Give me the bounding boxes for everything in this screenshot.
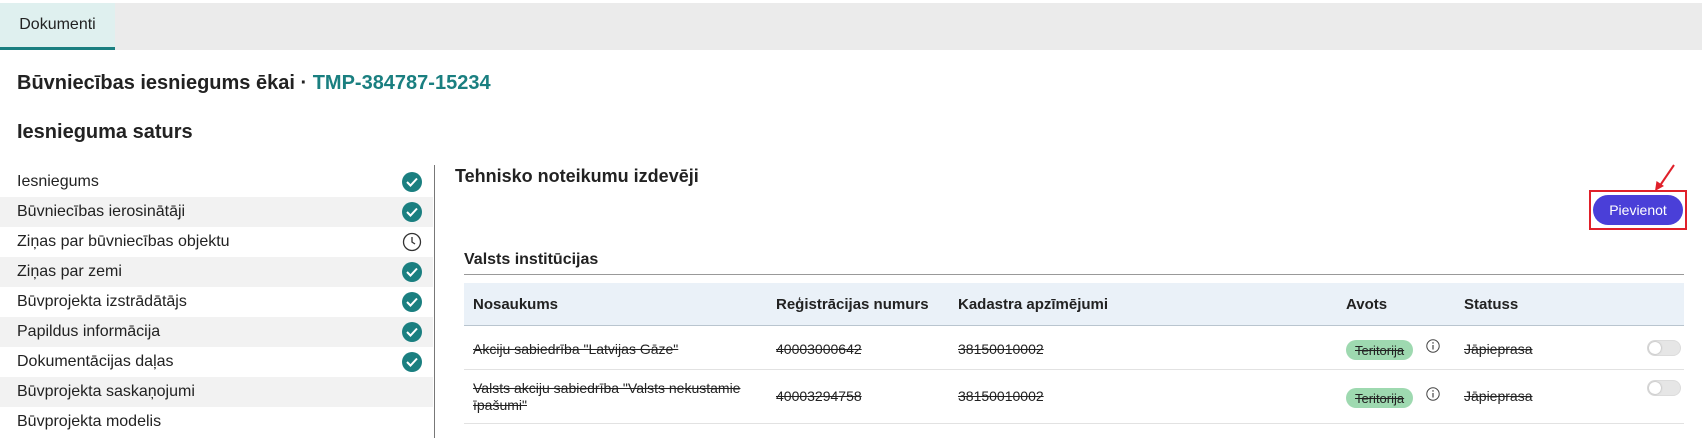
check-circle-icon xyxy=(402,322,422,342)
sidebar-item-izstradatajs[interactable]: Būvprojekta izstrādātājs xyxy=(0,287,433,317)
check-circle-icon xyxy=(402,202,422,222)
page-title: Būvniecības iesniegums ēkai · TMP-384787… xyxy=(17,72,491,95)
sidebar-item-label: Iesniegums xyxy=(17,173,99,190)
check-circle-icon xyxy=(402,262,422,282)
column-header-avots[interactable]: Avots xyxy=(1346,283,1387,325)
group-title: Valsts institūcijas xyxy=(464,251,599,268)
toggle-knob xyxy=(1649,382,1661,394)
column-header-registracijas-numurs[interactable]: Reģistrācijas numurs xyxy=(776,283,929,325)
sidebar-item-label: Papildus informācija xyxy=(17,323,161,340)
check-circle-icon xyxy=(402,172,422,192)
source-badge: Teritorija xyxy=(1346,388,1414,408)
table-header: Nosaukums Reģistrācijas numurs Kadastra … xyxy=(464,283,1684,326)
column-header-nosaukums[interactable]: Nosaukums xyxy=(473,283,558,325)
info-icon[interactable] xyxy=(1426,339,1440,353)
info-icon[interactable] xyxy=(1426,387,1440,401)
cell-name: Akciju sabiedrība "Latvijas Gāze" xyxy=(473,341,679,357)
add-button-highlight: Pievienot xyxy=(1589,190,1687,230)
cell-name: Valsts akciju sabiedrība "Valsts nekusta… xyxy=(473,380,741,413)
sidebar-item-label: Būvniecības ierosinātāji xyxy=(17,203,186,220)
sidebar-item-zeme[interactable]: Ziņas par zemi xyxy=(0,257,433,287)
arrow-annotation-icon xyxy=(1655,164,1675,191)
page-title-text: Būvniecības iesniegums ēkai · xyxy=(17,72,313,94)
cell-cadastre: 38150010002 xyxy=(958,341,1044,357)
tab-bar: Dokumenti xyxy=(0,0,1702,50)
cell-status: Jāpieprasa xyxy=(1464,388,1533,404)
table-row: Valsts akciju sabiedrība "Valsts nekusta… xyxy=(464,370,1684,424)
add-button[interactable]: Pievienot xyxy=(1593,195,1683,225)
sidebar-item-objekts[interactable]: Ziņas par būvniecības objektu xyxy=(0,227,433,257)
cell-registration-number: 40003000642 xyxy=(776,341,862,357)
sidebar: Iesniegums Būvniecības ierosinātāji Ziņa… xyxy=(0,167,433,437)
sidebar-item-dokumentacijas-dalas[interactable]: Dokumentācijas daļas xyxy=(0,347,433,377)
application-code: TMP-384787-15234 xyxy=(312,72,491,94)
sidebar-item-label: Ziņas par zemi xyxy=(17,263,122,280)
divider xyxy=(464,274,1684,275)
sidebar-item-ierosinataji[interactable]: Būvniecības ierosinātāji xyxy=(0,197,433,227)
column-header-statuss[interactable]: Statuss xyxy=(1464,283,1518,325)
clock-icon xyxy=(402,232,422,252)
sidebar-item-label: Dokumentācijas daļas xyxy=(17,353,174,370)
section-title: Tehnisko noteikumu izdevēji xyxy=(455,166,699,186)
source-badge: Teritorija xyxy=(1346,340,1414,360)
sidebar-item-modelis[interactable]: Būvprojekta modelis xyxy=(0,407,433,437)
sidebar-item-iesniegums[interactable]: Iesniegums xyxy=(0,167,433,197)
row-toggle[interactable] xyxy=(1647,340,1681,356)
sidebar-item-label: Būvprojekta modelis xyxy=(17,413,162,430)
sidebar-item-label: Būvprojekta saskaņojumi xyxy=(17,383,195,400)
cell-registration-number: 40003294758 xyxy=(776,388,862,404)
content-section-title: Iesnieguma saturs xyxy=(17,121,193,143)
cell-cadastre: 38150010002 xyxy=(958,388,1044,404)
check-circle-icon xyxy=(402,292,422,312)
sidebar-item-label: Ziņas par būvniecības objektu xyxy=(17,233,230,250)
sidebar-item-papildus-informacija[interactable]: Papildus informācija xyxy=(0,317,433,347)
check-circle-icon xyxy=(402,352,422,372)
tab-dokumenti[interactable]: Dokumenti xyxy=(0,3,115,50)
toggle-knob xyxy=(1649,342,1661,354)
sidebar-item-saskanojumi[interactable]: Būvprojekta saskaņojumi xyxy=(0,377,433,407)
column-header-kadastra-apzimejumi[interactable]: Kadastra apzīmējumi xyxy=(958,283,1108,325)
vertical-divider xyxy=(434,165,435,438)
sidebar-item-label: Būvprojekta izstrādātājs xyxy=(17,293,187,310)
table-row: Akciju sabiedrība "Latvijas Gāze" 400030… xyxy=(464,326,1684,370)
cell-status: Jāpieprasa xyxy=(1464,341,1533,357)
row-toggle[interactable] xyxy=(1647,380,1681,396)
